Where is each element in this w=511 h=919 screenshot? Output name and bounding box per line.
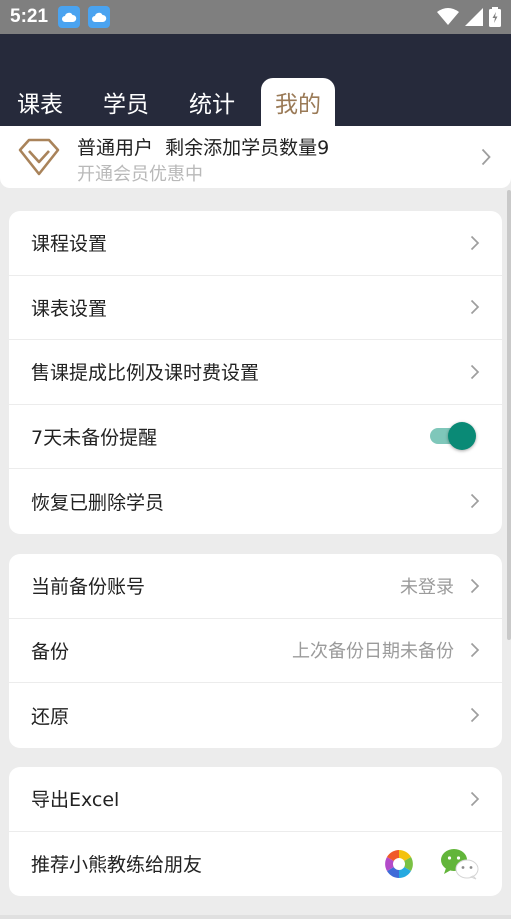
share-label: 推荐小熊教练给朋友: [31, 854, 203, 877]
battery-icon: [489, 7, 501, 27]
chevron-right-icon: [470, 578, 480, 593]
wechat-icon[interactable]: [440, 848, 480, 880]
chevron-right-icon: [481, 148, 491, 166]
status-bar: 5:21: [0, 0, 511, 34]
backup-account-row[interactable]: 当前备份账号 未登录: [9, 554, 502, 619]
restore-row[interactable]: 还原: [9, 683, 502, 748]
restore-deleted-row[interactable]: 恢复已删除学员: [9, 469, 502, 534]
chevron-right-icon: [470, 300, 480, 315]
tab-statistics[interactable]: 统计: [178, 78, 246, 126]
tab-students[interactable]: 学员: [92, 78, 160, 126]
bottom-edge: [0, 915, 511, 919]
commission-settings-label: 售课提成比例及课时费设置: [31, 362, 260, 385]
tab-schedule[interactable]: 课表: [6, 78, 74, 126]
last-backup-value: 上次备份日期未备份: [292, 641, 454, 663]
backup-reminder-row: 7天未备份提醒: [9, 405, 502, 469]
share-row: 推荐小熊教练给朋友: [9, 832, 502, 897]
export-excel-label: 导出Excel: [31, 789, 120, 812]
membership-status: 普通用户 剩余添加学员数量9: [77, 137, 330, 159]
status-time: 5:21: [10, 6, 49, 27]
diamond-icon: [18, 138, 60, 176]
chevron-right-icon: [470, 791, 480, 806]
backup-row[interactable]: 备份 上次备份日期未备份: [9, 619, 502, 683]
chevron-right-icon: [470, 708, 480, 723]
backup-account-value: 未登录: [400, 576, 454, 598]
misc-card: 导出Excel 推荐小熊教练给朋友: [9, 767, 502, 896]
course-settings-label: 课程设置: [31, 233, 108, 256]
restore-deleted-label: 恢复已删除学员: [31, 491, 165, 514]
moments-icon[interactable]: [384, 849, 414, 879]
backup-card: 当前备份账号 未登录 备份 上次备份日期未备份 还原: [9, 554, 502, 748]
signal-icon: [465, 8, 483, 26]
app-header: 课表 学员 统计 我的: [0, 34, 511, 126]
chevron-right-icon: [470, 364, 480, 379]
schedule-settings-row[interactable]: 课表设置: [9, 276, 502, 340]
settings-card: 课程设置 课表设置 售课提成比例及课时费设置 7天未备份提醒 恢复已删除学员: [9, 211, 502, 534]
cloud-icon: [88, 6, 111, 28]
backup-reminder-toggle[interactable]: [430, 421, 476, 451]
export-excel-row[interactable]: 导出Excel: [9, 767, 502, 832]
commission-settings-row[interactable]: 售课提成比例及课时费设置: [9, 340, 502, 405]
course-settings-row[interactable]: 课程设置: [9, 211, 502, 276]
backup-reminder-label: 7天未备份提醒: [31, 426, 158, 449]
cloud-icon: [58, 6, 81, 28]
membership-banner[interactable]: 普通用户 剩余添加学员数量9 开通会员优惠中: [0, 126, 511, 188]
chevron-right-icon: [470, 235, 480, 250]
scrollbar[interactable]: [507, 190, 511, 640]
schedule-settings-label: 课表设置: [31, 297, 108, 320]
toggle-knob: [448, 422, 476, 451]
wifi-icon: [437, 8, 459, 25]
tab-mine[interactable]: 我的: [261, 78, 335, 126]
backup-label: 备份: [31, 640, 70, 663]
backup-account-label: 当前备份账号: [31, 576, 146, 599]
membership-promo: 开通会员优惠中: [77, 164, 203, 185]
chevron-right-icon: [470, 494, 480, 509]
restore-label: 还原: [31, 705, 70, 728]
chevron-right-icon: [470, 643, 480, 658]
